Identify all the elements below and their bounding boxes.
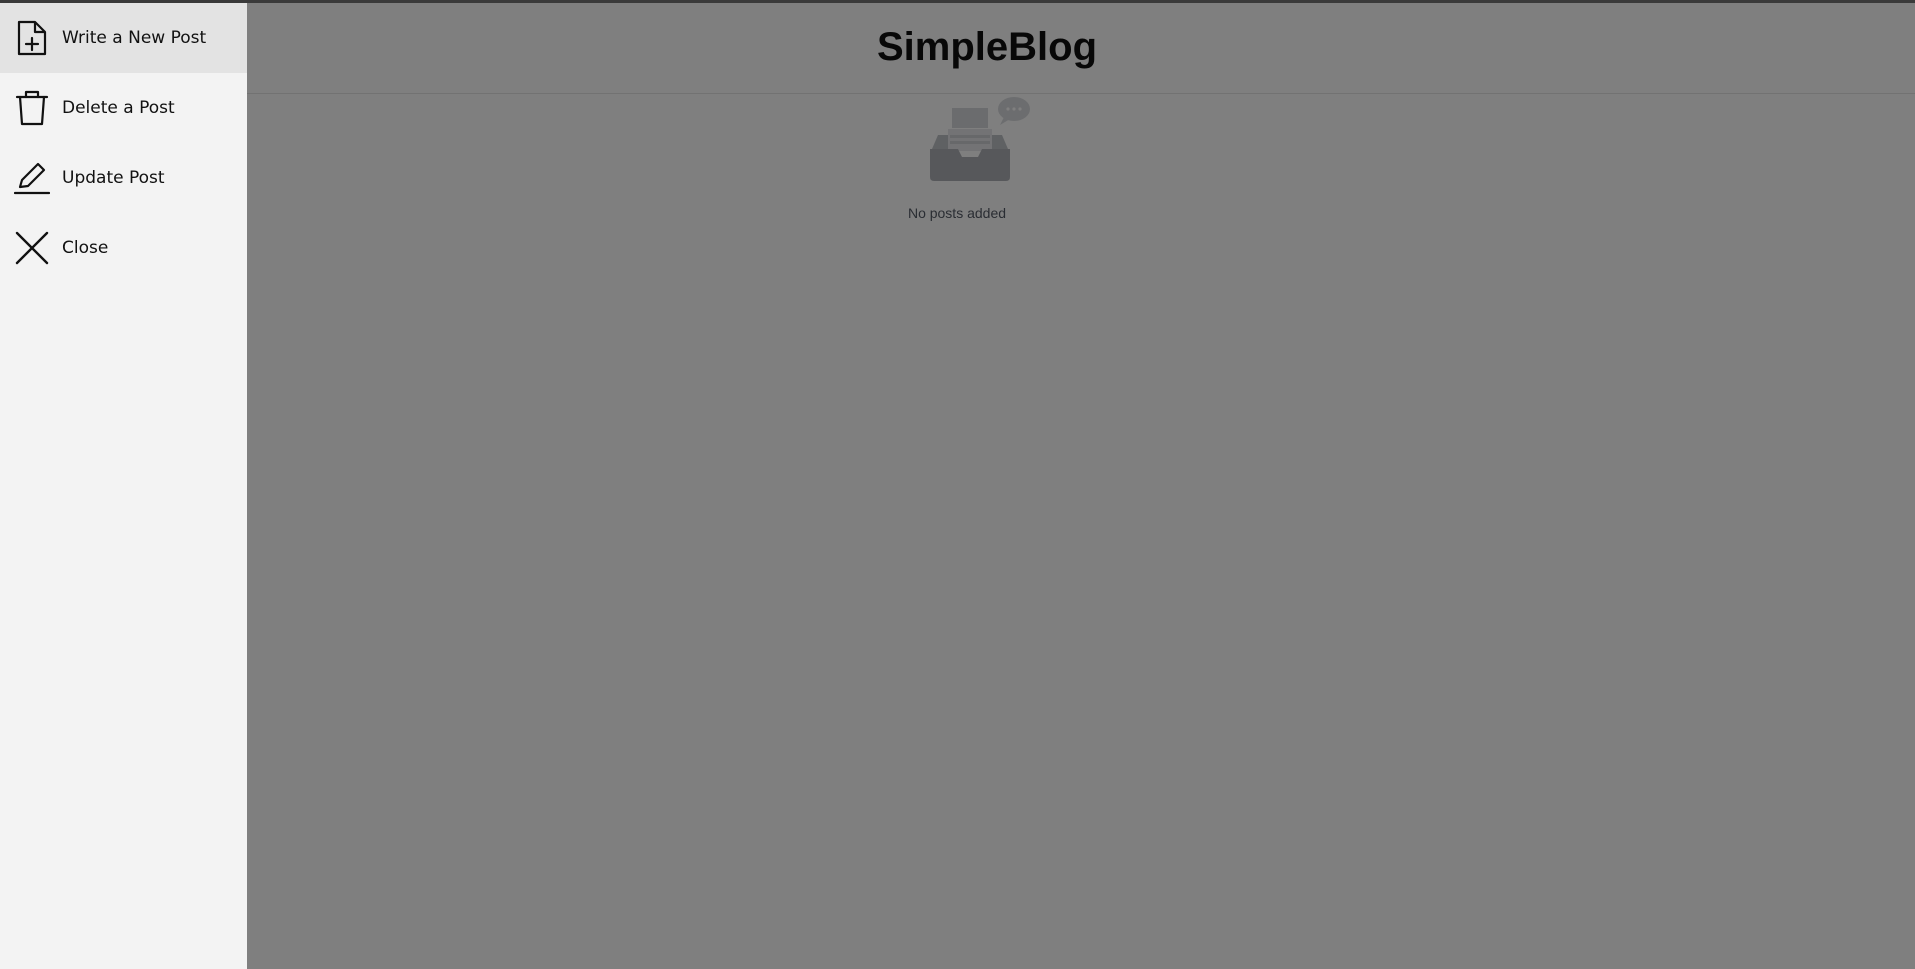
- drawer-item-label: Close: [62, 238, 109, 258]
- drawer-item-delete-post[interactable]: Delete a Post: [0, 73, 247, 143]
- trash-icon: [14, 90, 50, 126]
- file-add-icon: [14, 20, 50, 56]
- drawer-item-close[interactable]: Close: [0, 213, 247, 283]
- window-top-border: [0, 0, 1915, 3]
- drawer-item-label: Delete a Post: [62, 98, 175, 118]
- drawer-item-label: Update Post: [62, 168, 165, 188]
- drawer-item-write-new-post[interactable]: Write a New Post: [0, 3, 247, 73]
- drawer-item-label: Write a New Post: [62, 28, 207, 48]
- drawer-item-update-post[interactable]: Update Post: [0, 143, 247, 213]
- modal-overlay[interactable]: [0, 3, 1915, 969]
- pencil-icon: [14, 160, 50, 196]
- close-icon: [14, 230, 50, 266]
- side-drawer: Write a New Post Delete a Post Update Po…: [0, 3, 247, 969]
